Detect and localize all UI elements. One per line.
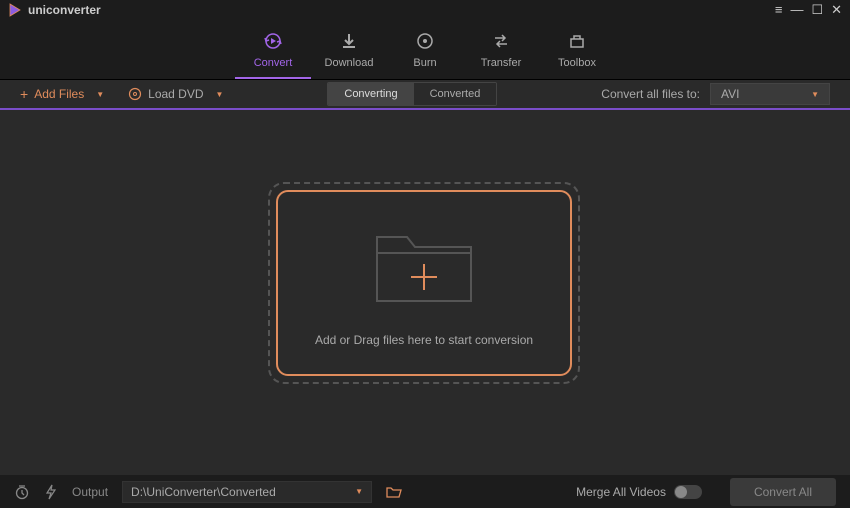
output-path-value: D:\UniConverter\Converted <box>131 485 276 499</box>
main-area: Add or Drag files here to start conversi… <box>0 110 850 475</box>
load-dvd-label: Load DVD <box>148 87 203 101</box>
app-logo: uniconverter <box>8 3 101 17</box>
nav-toolbox[interactable]: Toolbox <box>539 20 615 79</box>
nav-label: Convert <box>254 57 293 69</box>
nav-burn[interactable]: Burn <box>387 20 463 79</box>
close-icon[interactable]: ✕ <box>831 2 842 18</box>
main-navigation: Convert Download Burn Transfer Toolbox <box>0 20 850 80</box>
nav-label: Burn <box>413 57 436 69</box>
footer: Output D:\UniConverter\Converted ▼ Merge… <box>0 475 850 508</box>
merge-toggle[interactable] <box>674 485 702 499</box>
timer-icon[interactable] <box>14 484 30 500</box>
play-logo-icon <box>8 3 22 17</box>
nav-label: Download <box>325 57 374 69</box>
add-files-button[interactable]: + Add Files ▼ <box>20 86 104 102</box>
convert-all-button[interactable]: Convert All <box>730 478 836 506</box>
add-files-label: Add Files <box>34 87 84 101</box>
nav-transfer[interactable]: Transfer <box>463 20 539 79</box>
maximize-icon[interactable]: ☐ <box>811 2 823 18</box>
titlebar: uniconverter ≡ — ☐ ✕ <box>0 0 850 20</box>
plus-icon: + <box>20 86 28 102</box>
nav-label: Transfer <box>481 57 522 69</box>
tab-converted[interactable]: Converted <box>414 83 497 105</box>
output-label: Output <box>72 485 108 499</box>
output-path-select[interactable]: D:\UniConverter\Converted ▼ <box>122 481 372 503</box>
folder-icon <box>369 219 479 309</box>
burn-icon <box>415 30 435 52</box>
chevron-down-icon: ▼ <box>216 90 224 99</box>
tab-converting[interactable]: Converting <box>328 83 413 105</box>
nav-convert[interactable]: Convert <box>235 20 311 79</box>
chevron-down-icon: ▼ <box>811 90 819 99</box>
disc-icon <box>128 87 142 101</box>
status-tabs: Converting Converted <box>327 82 497 106</box>
chevron-down-icon: ▼ <box>355 487 363 496</box>
app-name: uniconverter <box>28 3 101 17</box>
toolbox-icon <box>567 30 587 52</box>
merge-videos-control: Merge All Videos <box>576 485 702 499</box>
convert-icon <box>262 30 284 52</box>
nav-label: Toolbox <box>558 57 596 69</box>
output-format-select[interactable]: AVI ▼ <box>710 83 830 105</box>
output-format-value: AVI <box>721 87 739 101</box>
dropzone[interactable]: Add or Drag files here to start conversi… <box>268 182 580 384</box>
convert-all-to-label: Convert all files to: <box>601 87 700 101</box>
speed-icon[interactable] <box>44 484 58 500</box>
minimize-icon[interactable]: — <box>790 2 803 18</box>
merge-label: Merge All Videos <box>576 485 666 499</box>
window-controls: ≡ — ☐ ✕ <box>775 2 842 18</box>
download-icon <box>339 30 359 52</box>
menu-icon[interactable]: ≡ <box>775 2 783 18</box>
chevron-down-icon: ▼ <box>96 90 104 99</box>
load-dvd-button[interactable]: Load DVD ▼ <box>128 87 223 101</box>
transfer-icon <box>491 30 511 52</box>
nav-download[interactable]: Download <box>311 20 387 79</box>
toolbar: + Add Files ▼ Load DVD ▼ Converting Conv… <box>0 80 850 110</box>
dropzone-text: Add or Drag files here to start conversi… <box>315 333 533 347</box>
open-folder-button[interactable] <box>386 485 402 499</box>
